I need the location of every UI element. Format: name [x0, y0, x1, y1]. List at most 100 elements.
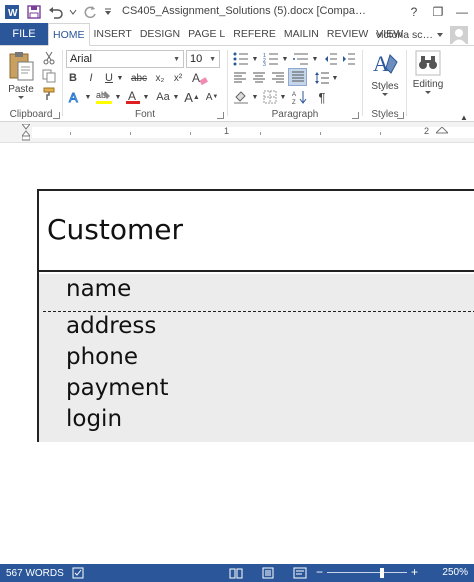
uml-class-box[interactable]: Customer name address phone payment logi… [37, 189, 474, 442]
tab-design[interactable]: DESIGN [136, 23, 184, 45]
line-spacing-button[interactable] [313, 69, 331, 87]
document-page[interactable]: Customer name address phone payment logi… [0, 143, 474, 564]
avatar[interactable] [450, 26, 468, 44]
shading-button[interactable] [231, 88, 251, 106]
align-center-icon [253, 72, 265, 83]
undo-dropdown-icon[interactable] [68, 2, 78, 22]
tab-review[interactable]: REVIEW [323, 23, 372, 45]
line-spacing-dropdown-icon[interactable]: ▼ [331, 69, 339, 87]
bold-button[interactable]: B [66, 69, 80, 87]
borders-button[interactable] [261, 88, 279, 106]
quick-access-toolbar: W [0, 0, 114, 24]
font-color-dropdown-icon[interactable]: ▼ [142, 88, 150, 106]
highlight-button[interactable]: ab [94, 88, 114, 106]
uml-attribute[interactable]: address [66, 313, 156, 339]
borders-dropdown-icon[interactable]: ▼ [279, 88, 287, 106]
text-effects-button[interactable]: A [66, 88, 84, 106]
multilevel-list-dropdown-icon[interactable]: ▼ [311, 50, 319, 68]
highlight-dropdown-icon[interactable]: ▼ [114, 88, 122, 106]
word-app-icon[interactable]: W [2, 2, 22, 22]
font-name-box[interactable]: Arial ▼ [66, 50, 184, 68]
font-name-dropdown-icon[interactable]: ▼ [173, 56, 180, 63]
clipboard-dialog-launcher[interactable] [53, 112, 60, 119]
underline-button[interactable]: U [102, 69, 116, 87]
uml-attribute[interactable]: login [66, 406, 122, 432]
font-dialog-launcher[interactable] [217, 112, 224, 119]
zoom-slider-thumb[interactable] [380, 568, 384, 578]
zoom-in-button[interactable]: + [411, 565, 418, 579]
subscript-button[interactable]: x₂ [152, 69, 168, 87]
tab-references[interactable]: REFERE [229, 23, 280, 45]
editing-dropdown-icon[interactable] [424, 90, 432, 95]
bullets-button[interactable] [231, 50, 251, 68]
format-painter-icon[interactable] [40, 86, 58, 102]
zoom-slider[interactable] [327, 572, 407, 573]
font-color-button[interactable]: A [124, 88, 142, 106]
paragraph-dialog-launcher[interactable] [352, 112, 359, 119]
uml-attribute[interactable]: payment [66, 375, 168, 401]
styles-button[interactable]: A Styles [365, 49, 405, 105]
right-indent-marker-icon[interactable] [436, 127, 448, 137]
font-size-box[interactable]: 10 ▼ [186, 50, 220, 68]
editing-button[interactable]: Editing [408, 49, 448, 105]
word-count[interactable]: 567 WORDS [6, 568, 64, 579]
help-button[interactable]: ? [402, 0, 426, 24]
tab-page-layout[interactable]: PAGE L [184, 23, 229, 45]
minimize-button[interactable]: — [450, 0, 474, 24]
user-account[interactable]: victoria sc… [376, 24, 474, 46]
strikethrough-button[interactable]: abc [128, 69, 150, 87]
cut-icon[interactable] [40, 50, 58, 66]
redo-icon[interactable] [80, 2, 100, 22]
styles-dialog-launcher[interactable] [397, 112, 404, 119]
tab-file[interactable]: FILE [0, 23, 48, 45]
bullets-dropdown-icon[interactable]: ▼ [251, 50, 259, 68]
shading-dropdown-icon[interactable]: ▼ [251, 88, 259, 106]
paste-dropdown-icon[interactable] [17, 95, 25, 100]
grow-font-button[interactable]: A ▲ [184, 88, 200, 106]
zoom-percent[interactable]: 250% [442, 567, 468, 578]
user-dropdown-icon[interactable] [436, 32, 444, 38]
clear-formatting-button[interactable]: A [190, 69, 210, 87]
uml-attribute[interactable]: name [66, 276, 131, 302]
justify-button[interactable] [288, 68, 307, 86]
user-name[interactable]: victoria sc… [376, 29, 433, 41]
font-size-dropdown-icon[interactable]: ▼ [209, 56, 216, 63]
indent-marker-icon[interactable] [22, 124, 30, 141]
numbering-dropdown-icon[interactable]: ▼ [281, 50, 289, 68]
sort-button[interactable]: AZ [291, 88, 309, 106]
increase-indent-button[interactable] [341, 50, 357, 68]
print-layout-icon[interactable] [260, 566, 276, 580]
proofing-icon[interactable] [72, 567, 86, 579]
align-right-button[interactable] [269, 69, 287, 87]
copy-icon[interactable] [40, 68, 58, 84]
ruler-track[interactable]: 1 2 [32, 126, 474, 138]
tab-mailings[interactable]: MAILIN [280, 23, 323, 45]
increase-indent-icon [343, 53, 355, 65]
change-case-button[interactable]: Aa [154, 88, 172, 106]
read-mode-icon[interactable] [228, 566, 244, 580]
save-icon[interactable] [24, 2, 44, 22]
uml-attribute[interactable]: phone [66, 344, 138, 370]
numbering-button[interactable]: 123 [261, 50, 281, 68]
underline-dropdown-icon[interactable]: ▼ [116, 69, 124, 87]
zoom-out-button[interactable]: − [316, 565, 323, 579]
paste-button[interactable]: Paste [4, 50, 38, 104]
undo-icon[interactable] [46, 2, 66, 22]
superscript-button[interactable]: x² [170, 69, 186, 87]
text-effects-dropdown-icon[interactable]: ▼ [84, 88, 92, 106]
web-layout-icon[interactable] [292, 566, 308, 580]
uml-class-name[interactable]: Customer [47, 213, 183, 246]
ribbon-display-options-button[interactable]: ❐ [426, 0, 450, 24]
decrease-indent-button[interactable] [323, 50, 339, 68]
shrink-font-button[interactable]: A ▼ [204, 88, 220, 106]
align-left-button[interactable] [231, 69, 249, 87]
tab-home[interactable]: HOME [48, 23, 90, 46]
align-center-button[interactable] [250, 69, 268, 87]
show-formatting-marks-button[interactable]: ¶ [313, 88, 331, 106]
customize-qat-icon[interactable] [102, 2, 114, 22]
change-case-dropdown-icon[interactable]: ▼ [172, 88, 180, 106]
multilevel-list-button[interactable] [291, 50, 311, 68]
italic-button[interactable]: I [84, 69, 98, 87]
styles-dropdown-icon[interactable] [381, 92, 389, 97]
tab-insert[interactable]: INSERT [90, 23, 136, 45]
